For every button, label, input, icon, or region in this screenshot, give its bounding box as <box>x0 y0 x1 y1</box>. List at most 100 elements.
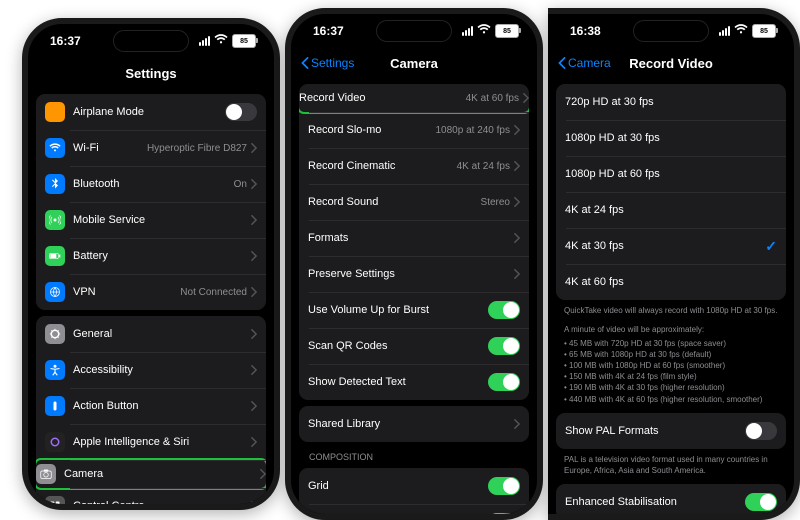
batt-icon <box>45 246 65 266</box>
navbar: Settings Camera <box>291 48 537 78</box>
option-label: 1080p HD at 30 fps <box>565 132 777 144</box>
row-fmt[interactable]: Formats <box>299 220 529 256</box>
row-batt[interactable]: Battery <box>36 238 266 274</box>
row-cam[interactable]: Camera <box>36 458 266 490</box>
row-label: Record Cinematic <box>308 160 457 172</box>
gen-icon <box>45 324 65 344</box>
back-button[interactable]: Camera <box>558 56 611 70</box>
page-title: Camera <box>390 56 438 71</box>
row-ai[interactable]: Apple Intelligence & Siri <box>36 424 266 460</box>
toggle-grid[interactable] <box>488 477 520 495</box>
signal-icon <box>719 26 730 36</box>
option-1080-30[interactable]: 1080p HD at 30 fps <box>556 120 786 156</box>
row-qr[interactable]: Scan QR Codes <box>299 328 529 364</box>
row-det[interactable]: Show Detected Text <box>299 364 529 400</box>
row-label: VPN <box>73 286 180 298</box>
battery-indicator: 85 <box>495 24 519 38</box>
wifi-icon <box>214 34 228 48</box>
back-button[interactable]: Settings <box>301 56 354 70</box>
row-sound[interactable]: Record Sound Stereo <box>299 184 529 220</box>
airplane-icon <box>45 102 65 122</box>
option-4k-24[interactable]: 4K at 24 fps <box>556 192 786 228</box>
row-label: Mobile Service <box>73 214 251 226</box>
record-video-options[interactable]: 720p HD at 30 fps 1080p HD at 30 fps 108… <box>548 78 794 514</box>
row-vpn[interactable]: VPN Not Connected <box>36 274 266 310</box>
size-intro: A minute of video will be approximately: <box>564 325 778 336</box>
option-1080-60[interactable]: 1080p HD at 60 fps <box>556 156 786 192</box>
option-label: 720p HD at 30 fps <box>565 96 777 108</box>
toggle[interactable] <box>745 493 777 511</box>
row-volup[interactable]: Use Volume Up for Burst <box>299 292 529 328</box>
row-label: Airplane Mode <box>73 106 225 118</box>
row-label: Show Detected Text <box>308 376 488 388</box>
settings-list[interactable]: Airplane Mode Wi-Fi Hyperoptic Fibre D82… <box>28 88 274 504</box>
row-label: Scan QR Codes <box>308 340 488 352</box>
option-label: 4K at 30 fps <box>565 240 765 252</box>
row-grid[interactable]: Grid <box>299 468 529 504</box>
row-slomo[interactable]: Record Slo-mo 1080p at 240 fps <box>299 112 529 148</box>
row-cell[interactable]: Mobile Service <box>36 202 266 238</box>
toggle-det[interactable] <box>488 373 520 391</box>
signal-icon <box>199 36 210 46</box>
row-stab[interactable]: Enhanced Stabilisation <box>556 484 786 514</box>
wifi-icon <box>734 24 748 38</box>
row-recvid[interactable]: Record Video 4K at 60 fps <box>299 84 529 114</box>
check-icon: ✓ <box>765 238 777 255</box>
row-shared[interactable]: Shared Library <box>299 406 529 442</box>
dynamic-island <box>376 20 452 42</box>
row-detail: Hyperoptic Fibre D827 <box>147 143 247 154</box>
row-label: Record Sound <box>308 196 481 208</box>
toggle-airplane[interactable] <box>225 103 257 121</box>
ai-icon <box>45 432 65 452</box>
row-label: Camera <box>64 468 260 480</box>
battery-indicator: 85 <box>232 34 256 48</box>
quicktake-footnote: QuickTake video will always record with … <box>564 306 778 317</box>
row-label: Record Slo-mo <box>308 124 435 136</box>
camera-settings-list[interactable]: Record Video 4K at 60 fps Record Slo-mo … <box>291 78 537 514</box>
row-label: Battery <box>73 250 251 262</box>
row-gen[interactable]: General <box>36 316 266 352</box>
row-pres[interactable]: Preserve Settings <box>299 256 529 292</box>
phone-record-video: 16:38 85 Camera Record Video 720p HD at … <box>548 8 800 520</box>
option-4k-30[interactable]: 4K at 30 fps ✓ <box>556 228 786 264</box>
row-level[interactable]: Level <box>299 504 529 514</box>
clock: 16:38 <box>570 24 601 38</box>
row-cc[interactable]: Control Centre <box>36 488 266 504</box>
row-pal[interactable]: Show PAL Formats <box>556 413 786 449</box>
phone-camera-settings: 16:37 85 Settings Camera Record Video 4K… <box>285 8 543 520</box>
row-label: Shared Library <box>308 418 514 430</box>
clock: 16:37 <box>50 34 81 48</box>
option-label: 1080p HD at 60 fps <box>565 168 777 180</box>
wifi-icon <box>45 138 65 158</box>
row-label: Action Button <box>73 400 251 412</box>
row-cine[interactable]: Record Cinematic 4K at 24 fps <box>299 148 529 184</box>
clock: 16:37 <box>313 24 344 38</box>
row-wifi[interactable]: Wi-Fi Hyperoptic Fibre D827 <box>36 130 266 166</box>
row-detail: On <box>234 179 247 190</box>
battery-indicator: 85 <box>752 24 776 38</box>
toggle[interactable] <box>745 422 777 440</box>
option-label: 4K at 24 fps <box>565 204 777 216</box>
row-airplane[interactable]: Airplane Mode <box>36 94 266 130</box>
toggle-qr[interactable] <box>488 337 520 355</box>
row-label: Enhanced Stabilisation <box>565 496 745 508</box>
page-title: Settings <box>125 66 176 81</box>
toggle-volup[interactable] <box>488 301 520 319</box>
row-detail: Not Connected <box>180 287 247 298</box>
toggle-level[interactable] <box>488 513 520 514</box>
wifi-icon <box>477 24 491 38</box>
option-label: 4K at 60 fps <box>565 276 777 288</box>
acc-icon <box>45 360 65 380</box>
section-header-composition: Composition <box>309 452 519 462</box>
row-act[interactable]: Action Button <box>36 388 266 424</box>
option-4k-60[interactable]: 4K at 60 fps <box>556 264 786 300</box>
option-720-30[interactable]: 720p HD at 30 fps <box>556 84 786 120</box>
row-label: Apple Intelligence & Siri <box>73 436 251 448</box>
row-label: Grid <box>308 480 488 492</box>
row-acc[interactable]: Accessibility <box>36 352 266 388</box>
cam-icon <box>36 464 56 484</box>
row-label: Show PAL Formats <box>565 425 745 437</box>
row-label: Wi-Fi <box>73 142 147 154</box>
phone-settings: 16:37 85 Settings Airplane Mode Wi-Fi Hy… <box>22 18 280 510</box>
row-bt[interactable]: Bluetooth On <box>36 166 266 202</box>
